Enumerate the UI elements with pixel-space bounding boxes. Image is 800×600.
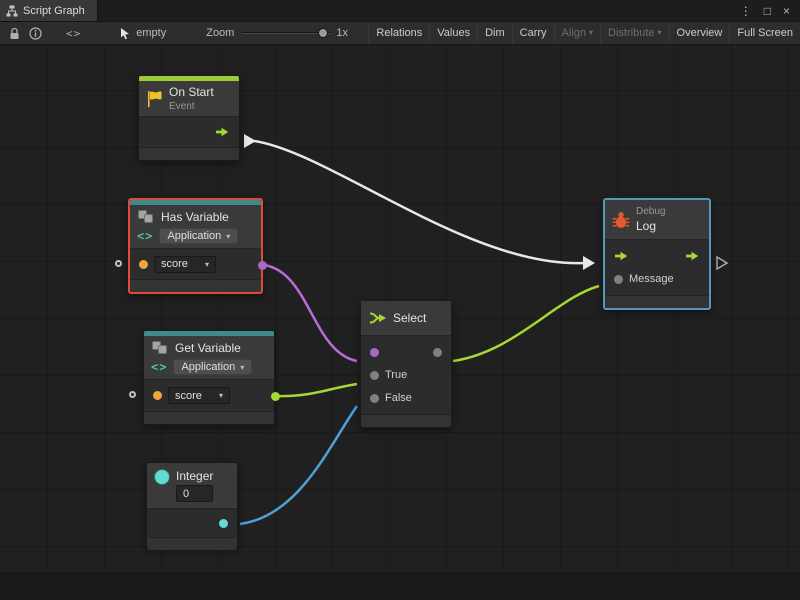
window-controls: ⋮ □ × xyxy=(730,0,800,21)
condition-input-port[interactable] xyxy=(370,348,379,357)
chevron-down-icon: ▾ xyxy=(226,232,230,241)
variable-name-field[interactable]: score ▾ xyxy=(168,387,230,404)
variable-name-value: score xyxy=(161,258,188,270)
node-title: Has Variable xyxy=(161,210,229,224)
node-integer[interactable]: Integer 0 xyxy=(146,462,238,548)
bug-icon xyxy=(612,211,630,229)
flow-output-port[interactable] xyxy=(215,127,230,137)
window-tab-bar: Script Graph ⋮ □ × xyxy=(0,0,800,22)
edit-graph-icon[interactable]: <> xyxy=(66,27,81,40)
dim-button[interactable]: Dim xyxy=(477,22,512,44)
message-input-port[interactable] xyxy=(614,275,623,284)
dim-label: Dim xyxy=(485,22,505,44)
values-label: Values xyxy=(437,22,470,44)
carry-button[interactable]: Carry xyxy=(512,22,554,44)
node-title: Integer xyxy=(176,469,213,483)
tab-title: Script Graph xyxy=(23,5,85,17)
variable-scope-dropdown[interactable]: Application ▾ xyxy=(159,228,238,244)
overview-button[interactable]: Overview xyxy=(669,22,730,44)
graph-icon xyxy=(6,5,18,17)
select-icon xyxy=(369,310,387,326)
node-footer xyxy=(139,147,239,160)
chevron-down-icon: ▾ xyxy=(219,391,223,400)
cursor-icon xyxy=(119,27,131,40)
graph-toolbar: <> empty Zoom 1x Relations Values Dim Ca… xyxy=(0,22,800,45)
flow-output-port[interactable] xyxy=(685,251,700,261)
maximize-icon[interactable]: □ xyxy=(764,4,771,18)
unconnected-input-port[interactable] xyxy=(115,260,122,267)
scope-icon: <> xyxy=(151,360,167,374)
integer-output-port[interactable] xyxy=(219,519,228,528)
lock-icon[interactable] xyxy=(9,27,20,40)
chevron-down-icon: ▾ xyxy=(589,22,593,44)
variable-name-field[interactable]: score ▾ xyxy=(154,256,216,273)
node-footer xyxy=(130,279,261,292)
zoom-label: Zoom xyxy=(206,27,234,39)
node-title: On Start xyxy=(169,85,214,99)
scope-icon: <> xyxy=(137,229,153,243)
zoom-slider-handle[interactable] xyxy=(318,28,328,38)
info-icon[interactable] xyxy=(29,27,42,40)
chevron-down-icon: ▾ xyxy=(205,260,209,269)
node-footer xyxy=(147,537,237,550)
node-subtitle: Event xyxy=(169,101,214,112)
true-input-port[interactable] xyxy=(370,371,379,380)
node-debug-log[interactable]: Debug Log Message xyxy=(603,198,711,310)
zoom-value: 1x xyxy=(336,27,348,39)
node-title: Select xyxy=(393,311,426,325)
distribute-label: Distribute xyxy=(608,22,654,44)
integer-value: 0 xyxy=(183,488,189,500)
false-input-port[interactable] xyxy=(370,394,379,403)
node-footer xyxy=(361,414,451,427)
flag-icon xyxy=(146,90,163,108)
selection-status: empty xyxy=(119,27,166,40)
node-get-variable[interactable]: Get Variable <> Application ▾ score ▾ xyxy=(143,330,275,425)
distribute-dropdown-button[interactable]: Distribute ▾ xyxy=(600,22,668,44)
carry-label: Carry xyxy=(520,22,547,44)
scope-value: Application xyxy=(167,230,221,242)
scope-value: Application xyxy=(181,361,235,373)
node-title: Get Variable xyxy=(175,341,241,355)
selection-status-label: empty xyxy=(136,27,166,39)
chevron-down-icon: ▾ xyxy=(658,22,662,44)
fullscreen-label: Full Screen xyxy=(737,22,793,44)
node-has-variable[interactable]: Has Variable <> Application ▾ score ▾ xyxy=(128,198,263,294)
name-input-port[interactable] xyxy=(153,391,162,400)
align-label: Align xyxy=(562,22,586,44)
node-select[interactable]: Select True False xyxy=(360,300,452,428)
chevron-down-icon: ▾ xyxy=(240,363,244,372)
node-kind: Debug xyxy=(636,206,665,217)
values-button[interactable]: Values xyxy=(429,22,477,44)
integer-icon xyxy=(154,469,170,485)
canvas-bottom-strip xyxy=(0,572,800,600)
menu-icon[interactable]: ⋮ xyxy=(740,4,752,18)
false-port-label: False xyxy=(385,392,412,404)
true-port-label: True xyxy=(385,369,407,381)
fullscreen-button[interactable]: Full Screen xyxy=(729,22,800,44)
node-on-start[interactable]: On Start Event xyxy=(138,75,240,161)
variable-name-value: score xyxy=(175,390,202,402)
variables-icon xyxy=(151,340,169,356)
align-dropdown-button[interactable]: Align ▾ xyxy=(554,22,600,44)
message-port-label: Message xyxy=(629,273,674,285)
name-input-port[interactable] xyxy=(139,260,148,269)
node-footer xyxy=(144,411,274,424)
unconnected-input-port[interactable] xyxy=(129,391,136,398)
variable-scope-dropdown[interactable]: Application ▾ xyxy=(173,359,252,375)
relations-button[interactable]: Relations xyxy=(368,22,429,44)
bool-output-port[interactable] xyxy=(258,261,267,270)
relations-label: Relations xyxy=(376,22,422,44)
close-icon[interactable]: × xyxy=(783,4,790,18)
flow-input-port[interactable] xyxy=(614,251,629,261)
overview-label: Overview xyxy=(677,22,723,44)
node-title: Log xyxy=(636,219,665,233)
variables-icon xyxy=(137,209,155,225)
zoom-slider-track[interactable] xyxy=(242,32,330,34)
value-output-port[interactable] xyxy=(271,392,280,401)
selection-output-port[interactable] xyxy=(433,348,442,357)
tab-script-graph[interactable]: Script Graph xyxy=(0,0,98,21)
integer-value-field[interactable]: 0 xyxy=(176,485,213,502)
zoom-slider[interactable] xyxy=(242,27,330,39)
node-footer xyxy=(605,295,709,308)
